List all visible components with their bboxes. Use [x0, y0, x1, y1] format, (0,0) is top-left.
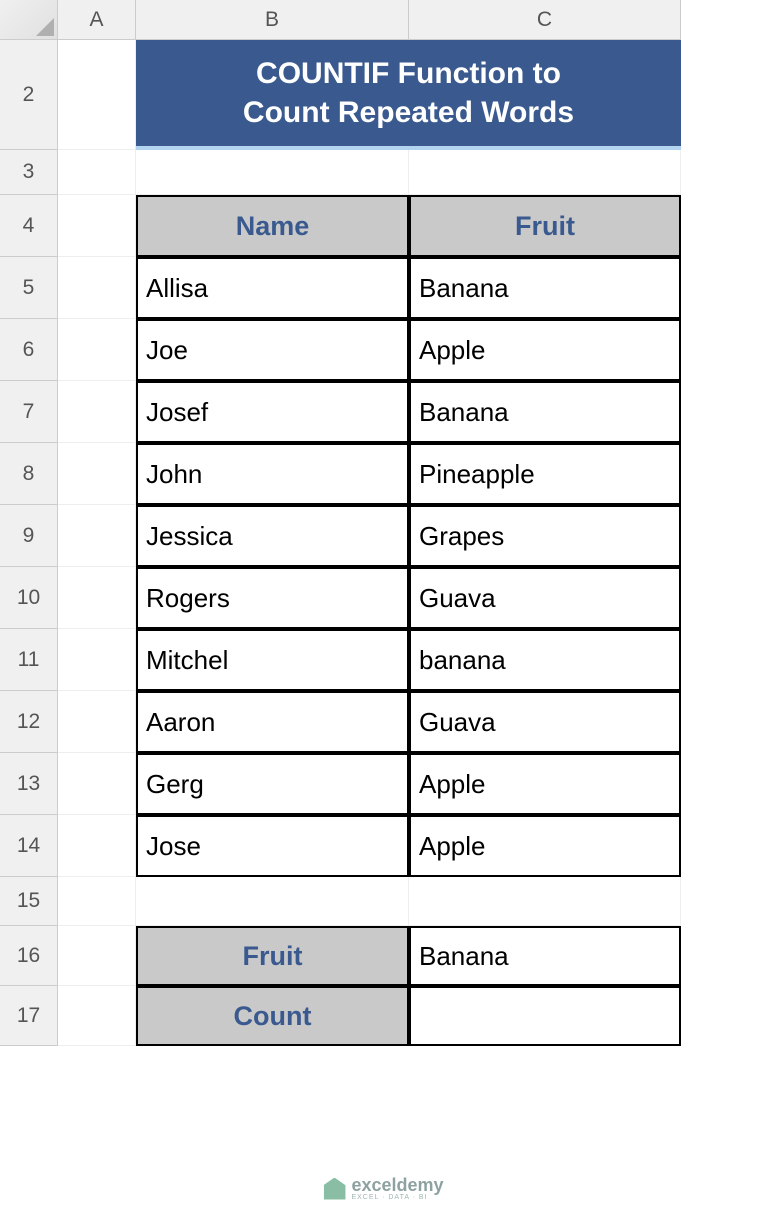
table-cell-fruit-0[interactable]: Banana [409, 257, 681, 319]
cell-a9[interactable] [58, 505, 136, 567]
watermark-sub: EXCEL · DATA · BI [351, 1194, 443, 1201]
row-header-4[interactable]: 4 [0, 195, 58, 257]
cell-a13[interactable] [58, 753, 136, 815]
title-line1: COUNTIF Function to [256, 54, 561, 93]
table-cell-name-1[interactable]: Joe [136, 319, 409, 381]
cell-a4[interactable] [58, 195, 136, 257]
table-cell-name-0[interactable]: Allisa [136, 257, 409, 319]
row-header-17[interactable]: 17 [0, 986, 58, 1046]
table-cell-fruit-9[interactable]: Apple [409, 815, 681, 877]
watermark-main: exceldemy [351, 1176, 443, 1194]
table-cell-name-8[interactable]: Gerg [136, 753, 409, 815]
table-cell-fruit-4[interactable]: Grapes [409, 505, 681, 567]
summary-fruit-label[interactable]: Fruit [136, 926, 409, 986]
spreadsheet-grid: A B C 2 COUNTIF Function to Count Repeat… [0, 0, 767, 1046]
cell-a2[interactable] [58, 40, 136, 150]
table-cell-fruit-7[interactable]: Guava [409, 691, 681, 753]
summary-count-label[interactable]: Count [136, 986, 409, 1046]
col-header-c[interactable]: C [409, 0, 681, 40]
row-header-10[interactable]: 10 [0, 567, 58, 629]
col-header-b[interactable]: B [136, 0, 409, 40]
watermark-text: exceldemy EXCEL · DATA · BI [351, 1176, 443, 1201]
table-cell-name-4[interactable]: Jessica [136, 505, 409, 567]
row-header-3[interactable]: 3 [0, 150, 58, 195]
table-cell-fruit-2[interactable]: Banana [409, 381, 681, 443]
table-cell-name-5[interactable]: Rogers [136, 567, 409, 629]
cell-b15[interactable] [136, 877, 409, 926]
row-header-13[interactable]: 13 [0, 753, 58, 815]
table-cell-fruit-1[interactable]: Apple [409, 319, 681, 381]
col-header-a[interactable]: A [58, 0, 136, 40]
cell-a15[interactable] [58, 877, 136, 926]
cell-a10[interactable] [58, 567, 136, 629]
row-header-5[interactable]: 5 [0, 257, 58, 319]
table-cell-name-7[interactable]: Aaron [136, 691, 409, 753]
table-header-name[interactable]: Name [136, 195, 409, 257]
row-header-11[interactable]: 11 [0, 629, 58, 691]
cell-a7[interactable] [58, 381, 136, 443]
select-all-corner[interactable] [0, 0, 58, 40]
row-header-16[interactable]: 16 [0, 926, 58, 986]
cell-a6[interactable] [58, 319, 136, 381]
watermark-logo-icon [323, 1178, 345, 1200]
row-header-14[interactable]: 14 [0, 815, 58, 877]
cell-a3[interactable] [58, 150, 136, 195]
row-header-15[interactable]: 15 [0, 877, 58, 926]
cell-a8[interactable] [58, 443, 136, 505]
table-cell-fruit-3[interactable]: Pineapple [409, 443, 681, 505]
summary-count-value[interactable] [409, 986, 681, 1046]
title-line2: Count Repeated Words [243, 93, 574, 132]
row-header-9[interactable]: 9 [0, 505, 58, 567]
row-header-2[interactable]: 2 [0, 40, 58, 150]
row-header-6[interactable]: 6 [0, 319, 58, 381]
cell-a17[interactable] [58, 986, 136, 1046]
table-cell-name-2[interactable]: Josef [136, 381, 409, 443]
cell-c15[interactable] [409, 877, 681, 926]
summary-fruit-value[interactable]: Banana [409, 926, 681, 986]
table-cell-fruit-8[interactable]: Apple [409, 753, 681, 815]
cell-c3[interactable] [409, 150, 681, 195]
row-header-7[interactable]: 7 [0, 381, 58, 443]
cell-a11[interactable] [58, 629, 136, 691]
table-cell-name-3[interactable]: John [136, 443, 409, 505]
table-cell-name-6[interactable]: Mitchel [136, 629, 409, 691]
cell-a14[interactable] [58, 815, 136, 877]
title-banner[interactable]: COUNTIF Function to Count Repeated Words [136, 40, 681, 150]
table-cell-fruit-5[interactable]: Guava [409, 567, 681, 629]
watermark: exceldemy EXCEL · DATA · BI [323, 1176, 443, 1201]
cell-a16[interactable] [58, 926, 136, 986]
row-header-8[interactable]: 8 [0, 443, 58, 505]
cell-a5[interactable] [58, 257, 136, 319]
table-cell-fruit-6[interactable]: banana [409, 629, 681, 691]
table-header-fruit[interactable]: Fruit [409, 195, 681, 257]
cell-a12[interactable] [58, 691, 136, 753]
row-header-12[interactable]: 12 [0, 691, 58, 753]
table-cell-name-9[interactable]: Jose [136, 815, 409, 877]
cell-b3[interactable] [136, 150, 409, 195]
